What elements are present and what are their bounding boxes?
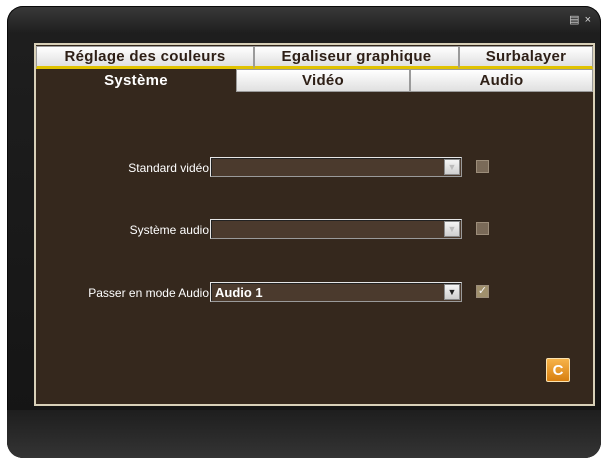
audio-system-label: Système audio [129,223,209,237]
tab-color-settings[interactable]: Réglage des couleurs [36,46,254,69]
tab-graphic-equalizer[interactable]: Egaliseur graphique [254,46,459,69]
tab-system[interactable]: Système [36,69,236,92]
audio-mode-checkbox[interactable]: ✓ [476,285,489,298]
video-standard-label: Standard vidéo [128,161,209,175]
close-icon[interactable]: × [585,14,591,26]
audio-system-checkbox[interactable] [476,222,489,235]
video-standard-dropdown[interactable]: ▼ [210,157,462,177]
setting-row-audio-mode: Passer en mode Audio Audio 1 ▼ ✓ [36,282,593,306]
chevron-down-icon[interactable]: ▼ [444,284,460,300]
audio-mode-dropdown[interactable]: Audio 1 ▼ [210,282,462,302]
audio-mode-value: Audio 1 [215,285,263,300]
tab-row-top: Réglage des couleurs Egaliseur graphique… [36,46,593,69]
menu-icon[interactable]: ▤ [569,14,579,26]
reset-button[interactable]: C [546,358,570,382]
setting-row-video-standard: Standard vidéo ▼ [36,157,593,181]
app-window: ▤ × Réglage des couleurs Egaliseur graph… [7,6,601,458]
settings-panel: Réglage des couleurs Egaliseur graphique… [34,43,595,406]
audio-mode-label: Passer en mode Audio [88,286,209,300]
tab-row-bottom: Système Vidéo Audio [36,69,593,92]
tab-video[interactable]: Vidéo [236,69,410,92]
refresh-icon: C [552,361,564,379]
tab-audio[interactable]: Audio [410,69,593,92]
chevron-down-icon[interactable]: ▼ [444,221,460,237]
audio-system-dropdown[interactable]: ▼ [210,219,462,239]
chevron-down-icon[interactable]: ▼ [444,159,460,175]
tab-overscan[interactable]: Surbalayer [459,46,593,69]
video-standard-checkbox[interactable] [476,160,489,173]
window-controls: ▤ × [569,14,591,26]
setting-row-audio-system: Système audio ▼ [36,219,593,243]
bottom-bar [7,410,601,458]
